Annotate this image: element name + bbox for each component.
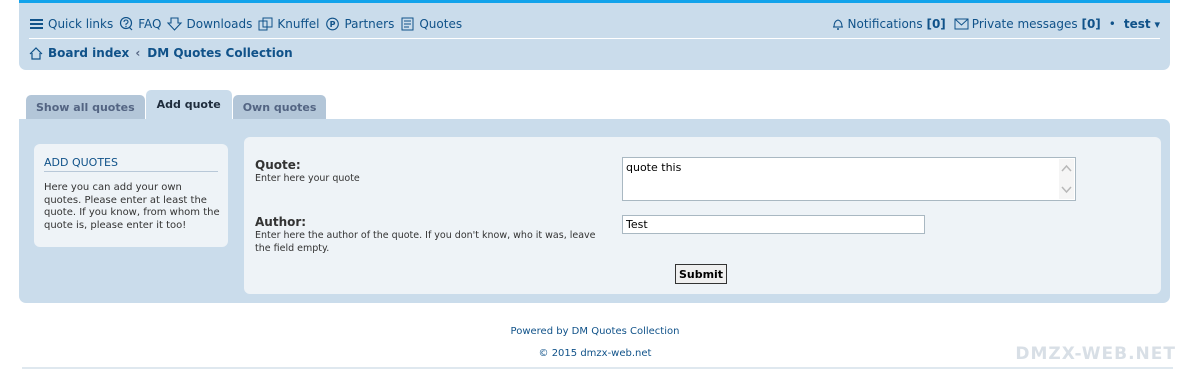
quick-nav: Quick links FAQ Downloads Knuffel P Part… [29, 16, 468, 32]
nav-divider [29, 38, 1160, 39]
knuffel-icon [258, 17, 273, 31]
tab-bar: Show all quotes Add quote Own quotes [26, 90, 327, 119]
footer-powered-by: Powered by DM Quotes Collection [0, 326, 1184, 337]
hamburger-icon [30, 19, 43, 29]
footer-copyright: © 2015 dmzx-web.net [538, 348, 652, 359]
nav-quick-links[interactable]: Quick links [29, 17, 113, 31]
chevron-down-icon: ▾ [1154, 17, 1160, 31]
envelope-icon [954, 18, 969, 30]
content-panel: ADD QUOTES Here you can add your own quo… [19, 119, 1170, 303]
submit-button[interactable]: Submit [675, 264, 727, 284]
bell-icon [832, 19, 843, 30]
quote-label: Quote: [255, 158, 301, 172]
quotes-icon [401, 17, 414, 31]
textarea-scrollbar[interactable] [1059, 159, 1074, 199]
svg-text:P: P [330, 20, 336, 29]
faq-icon [120, 17, 133, 31]
add-quotes-info-box: ADD QUOTES Here you can add your own quo… [34, 144, 228, 247]
notifications-link[interactable]: Notifications [0] [831, 17, 946, 31]
nav-faq[interactable]: FAQ [119, 17, 161, 31]
home-icon [29, 46, 43, 60]
nav-knuffel[interactable]: Knuffel [258, 17, 319, 31]
quote-textarea[interactable]: quote this [622, 157, 1076, 201]
powered-by-link[interactable]: Powered by DM Quotes Collection [511, 326, 680, 337]
author-input[interactable]: Test [622, 215, 925, 234]
user-menu[interactable]: test ▾ [1124, 17, 1160, 31]
quote-textarea-value: quote this [626, 161, 682, 174]
author-label: Author: [255, 215, 307, 229]
partners-icon: P [326, 17, 340, 31]
pm-count: [0] [1081, 17, 1101, 31]
nav-partners[interactable]: P Partners [325, 17, 394, 31]
notifications-count: [0] [926, 17, 946, 31]
nav-label: Quotes [419, 17, 463, 31]
username: test [1123, 17, 1151, 31]
nav-label: Knuffel [277, 17, 320, 31]
footer-line [22, 367, 1173, 369]
nav-label: FAQ [138, 17, 162, 31]
private-messages-link[interactable]: Private messages [0] [954, 17, 1101, 31]
breadcrumb-separator: ‹ [135, 46, 141, 60]
quote-hint: Enter here your quote [255, 173, 360, 184]
notifications-label: Notifications [847, 17, 923, 31]
nav-label: Partners [344, 17, 395, 31]
info-box-text: Here you can add your own quotes. Please… [44, 182, 220, 231]
nav-quotes[interactable]: Quotes [400, 17, 462, 31]
user-nav: Notifications [0] Private messages [0] •… [823, 16, 1160, 32]
nav-label: Downloads [186, 17, 253, 31]
add-quote-form: Quote: Enter here your quote quote this … [244, 137, 1161, 294]
nav-downloads[interactable]: Downloads [167, 17, 252, 31]
watermark: DMZX-WEB.NET [1015, 344, 1176, 364]
breadcrumb: Board index ‹ DM Quotes Collection [29, 46, 293, 60]
tab-add-quote[interactable]: Add quote [145, 90, 232, 119]
scroll-up-icon[interactable] [1059, 161, 1074, 176]
pm-label: Private messages [971, 17, 1078, 31]
tab-show-all-quotes[interactable]: Show all quotes [26, 95, 145, 119]
nav-label: Quick links [48, 17, 114, 31]
navbar: Quick links FAQ Downloads Knuffel P Part… [19, 3, 1170, 70]
author-hint: Enter here the author of the quote. If y… [255, 230, 596, 254]
info-box-title: ADD QUOTES [44, 156, 218, 172]
scroll-down-icon[interactable] [1059, 182, 1074, 197]
breadcrumb-current[interactable]: DM Quotes Collection [147, 46, 292, 60]
tab-own-quotes[interactable]: Own quotes [232, 95, 327, 119]
bullet-separator: • [1108, 17, 1116, 31]
breadcrumb-home[interactable]: Board index [48, 46, 129, 60]
download-icon [167, 17, 183, 31]
